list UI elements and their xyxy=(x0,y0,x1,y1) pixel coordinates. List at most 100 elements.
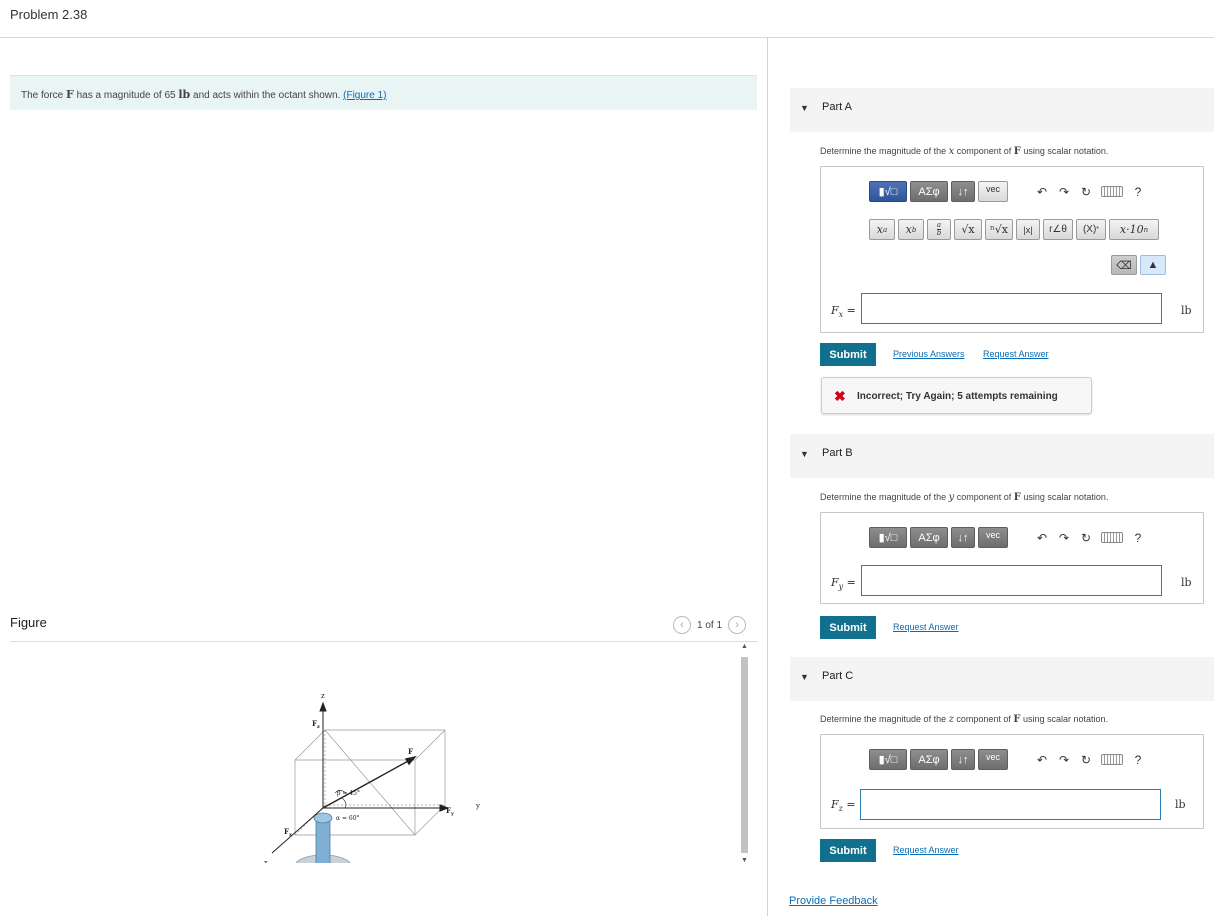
provide-feedback-link[interactable]: Provide Feedback xyxy=(789,895,878,907)
alpha-label: α = 60° xyxy=(336,815,360,822)
feedback-message: Incorrect; Try Again; 5 attempts remaini… xyxy=(857,391,1058,402)
undo-icon[interactable]: ↶ xyxy=(1031,185,1053,199)
power-button[interactable]: xa xyxy=(869,219,895,240)
figure-page-count: 1 of 1 xyxy=(697,619,723,631)
conjugate-button[interactable]: (X) * xyxy=(1076,219,1106,240)
arrows-button[interactable]: ↓↑ xyxy=(951,527,975,548)
figure-scrollbar[interactable]: ▲ ▼ xyxy=(740,643,749,868)
polar-button[interactable]: r∠θ xyxy=(1043,219,1073,240)
chevron-left-icon[interactable]: ‹ xyxy=(673,616,691,634)
request-answer-link[interactable]: Request Answer xyxy=(893,622,959,632)
nth-root-button[interactable]: ⁿ√x xyxy=(985,219,1013,240)
part-a-question: Determine the magnitude of the x compone… xyxy=(820,146,1108,157)
fy-answer-input[interactable] xyxy=(861,565,1162,596)
x-axis-label: x xyxy=(264,859,268,863)
question-text: Determine the magnitude of the xyxy=(820,714,949,724)
force-symbol: F xyxy=(1013,146,1021,157)
vec-button[interactable]: vec xyxy=(978,527,1008,548)
math-toolbar-row1: ▮√□ ΑΣφ ↓↑ vec ↶ ↷ ↻ ? xyxy=(869,527,1149,548)
figure-label: Figure xyxy=(10,615,47,630)
part-b-header[interactable]: ▼ Part B xyxy=(790,434,1214,478)
part-b-label: Part B xyxy=(822,447,853,459)
keyboard-toggle-icon[interactable]: ▲ xyxy=(1140,255,1166,275)
fy-label: Fy xyxy=(446,806,455,817)
redo-icon[interactable]: ↷ xyxy=(1053,753,1075,767)
unit-symbol: lb xyxy=(178,88,191,101)
vec-button[interactable]: vec xyxy=(978,749,1008,770)
force-label: F xyxy=(408,747,413,756)
sqrt-button[interactable]: √x xyxy=(954,219,982,240)
redo-icon[interactable]: ↷ xyxy=(1053,531,1075,545)
collapse-caret-icon[interactable]: ▼ xyxy=(800,449,809,459)
subscript-button[interactable]: xb xyxy=(898,219,924,240)
collapse-caret-icon[interactable]: ▼ xyxy=(800,103,809,113)
sci-notation-button[interactable]: x·10 n xyxy=(1109,219,1159,240)
collapse-caret-icon[interactable]: ▼ xyxy=(800,672,809,682)
reset-icon[interactable]: ↻ xyxy=(1075,185,1097,199)
keyboard-icon[interactable] xyxy=(1101,754,1123,765)
undo-icon[interactable]: ↶ xyxy=(1031,753,1053,767)
fz-equation-label: Fz = xyxy=(831,798,856,814)
question-text: component of xyxy=(954,492,1014,502)
scroll-down-icon[interactable]: ▼ xyxy=(740,857,749,864)
keyboard-icon[interactable] xyxy=(1101,186,1123,197)
part-c-submit-button[interactable]: Submit xyxy=(820,839,876,862)
templates-button[interactable]: ▮√□ xyxy=(869,181,907,202)
scrollbar-thumb[interactable] xyxy=(741,657,748,853)
undo-icon[interactable]: ↶ xyxy=(1031,531,1053,545)
vec-button[interactable]: vec xyxy=(978,181,1008,202)
part-b-submit-button[interactable]: Submit xyxy=(820,616,876,639)
help-button[interactable]: ? xyxy=(1127,531,1149,545)
reset-icon[interactable]: ↻ xyxy=(1075,531,1097,545)
backspace-icon[interactable]: ⌫ xyxy=(1111,255,1137,275)
request-answer-link[interactable]: Request Answer xyxy=(893,845,959,855)
fz-answer-input[interactable] xyxy=(860,789,1161,820)
error-x-icon: ✖ xyxy=(834,388,846,404)
fx-label: Fx xyxy=(284,827,293,838)
fx-equation-label: Fx = xyxy=(831,304,856,320)
chevron-right-icon[interactable]: › xyxy=(728,616,747,634)
y-axis-label: y xyxy=(475,802,480,810)
greek-button[interactable]: ΑΣφ xyxy=(910,749,948,770)
part-c-question: Determine the magnitude of the z compone… xyxy=(820,714,1108,725)
z-axis-label: z xyxy=(321,692,325,700)
part-a-submit-button[interactable]: Submit xyxy=(820,343,876,366)
force-symbol: F xyxy=(1013,714,1021,725)
part-a-header[interactable]: ▼ Part A xyxy=(790,88,1214,132)
templates-button[interactable]: ▮√□ xyxy=(869,749,907,770)
figure-pager: ‹ 1 of 1 › xyxy=(673,616,747,634)
arrows-button[interactable]: ↓↑ xyxy=(951,749,975,770)
question-text: Determine the magnitude of the xyxy=(820,492,949,502)
templates-button[interactable]: ▮√□ xyxy=(869,527,907,548)
arrows-button[interactable]: ↓↑ xyxy=(951,181,975,202)
help-button[interactable]: ? xyxy=(1127,753,1149,767)
question-text: Determine the magnitude of the xyxy=(820,146,949,156)
part-c-label: Part C xyxy=(822,670,854,682)
fz-unit: lb xyxy=(1175,798,1186,811)
keyboard-icon[interactable] xyxy=(1101,532,1123,543)
page-header: Problem 2.38 xyxy=(0,0,1214,38)
question-text: component of xyxy=(954,146,1014,156)
part-b-question: Determine the magnitude of the y compone… xyxy=(820,492,1108,503)
problem-text-part: and acts within the octant shown. xyxy=(190,90,344,101)
scroll-up-icon[interactable]: ▲ xyxy=(740,643,749,650)
reset-icon[interactable]: ↻ xyxy=(1075,753,1097,767)
fraction-button[interactable]: ab xyxy=(927,219,951,240)
help-button[interactable]: ? xyxy=(1127,185,1149,199)
abs-button[interactable]: |x| xyxy=(1016,219,1040,240)
question-text: using scalar notation. xyxy=(1020,146,1109,156)
greek-button[interactable]: ΑΣφ xyxy=(910,181,948,202)
redo-icon[interactable]: ↷ xyxy=(1053,185,1075,199)
octant-diagram: z y x Fz Fy Fx F β = 45° α = 60° xyxy=(264,692,480,884)
problem-statement: The force F has a magnitude of 65 lb and… xyxy=(10,75,757,110)
greek-button[interactable]: ΑΣφ xyxy=(910,527,948,548)
figure-link[interactable]: (Figure 1) xyxy=(343,90,386,101)
force-symbol: F xyxy=(66,88,74,101)
previous-answers-link[interactable]: Previous Answers xyxy=(893,349,965,359)
request-answer-link[interactable]: Request Answer xyxy=(983,349,1049,359)
part-c-header[interactable]: ▼ Part C xyxy=(790,657,1214,701)
incorrect-feedback: ✖ Incorrect; Try Again; 5 attempts remai… xyxy=(821,377,1092,414)
column-divider xyxy=(767,38,768,916)
math-toolbar-row1: ▮√□ ΑΣφ ↓↑ vec ↶ ↷ ↻ ? xyxy=(869,749,1149,770)
fx-answer-input[interactable] xyxy=(861,293,1162,324)
